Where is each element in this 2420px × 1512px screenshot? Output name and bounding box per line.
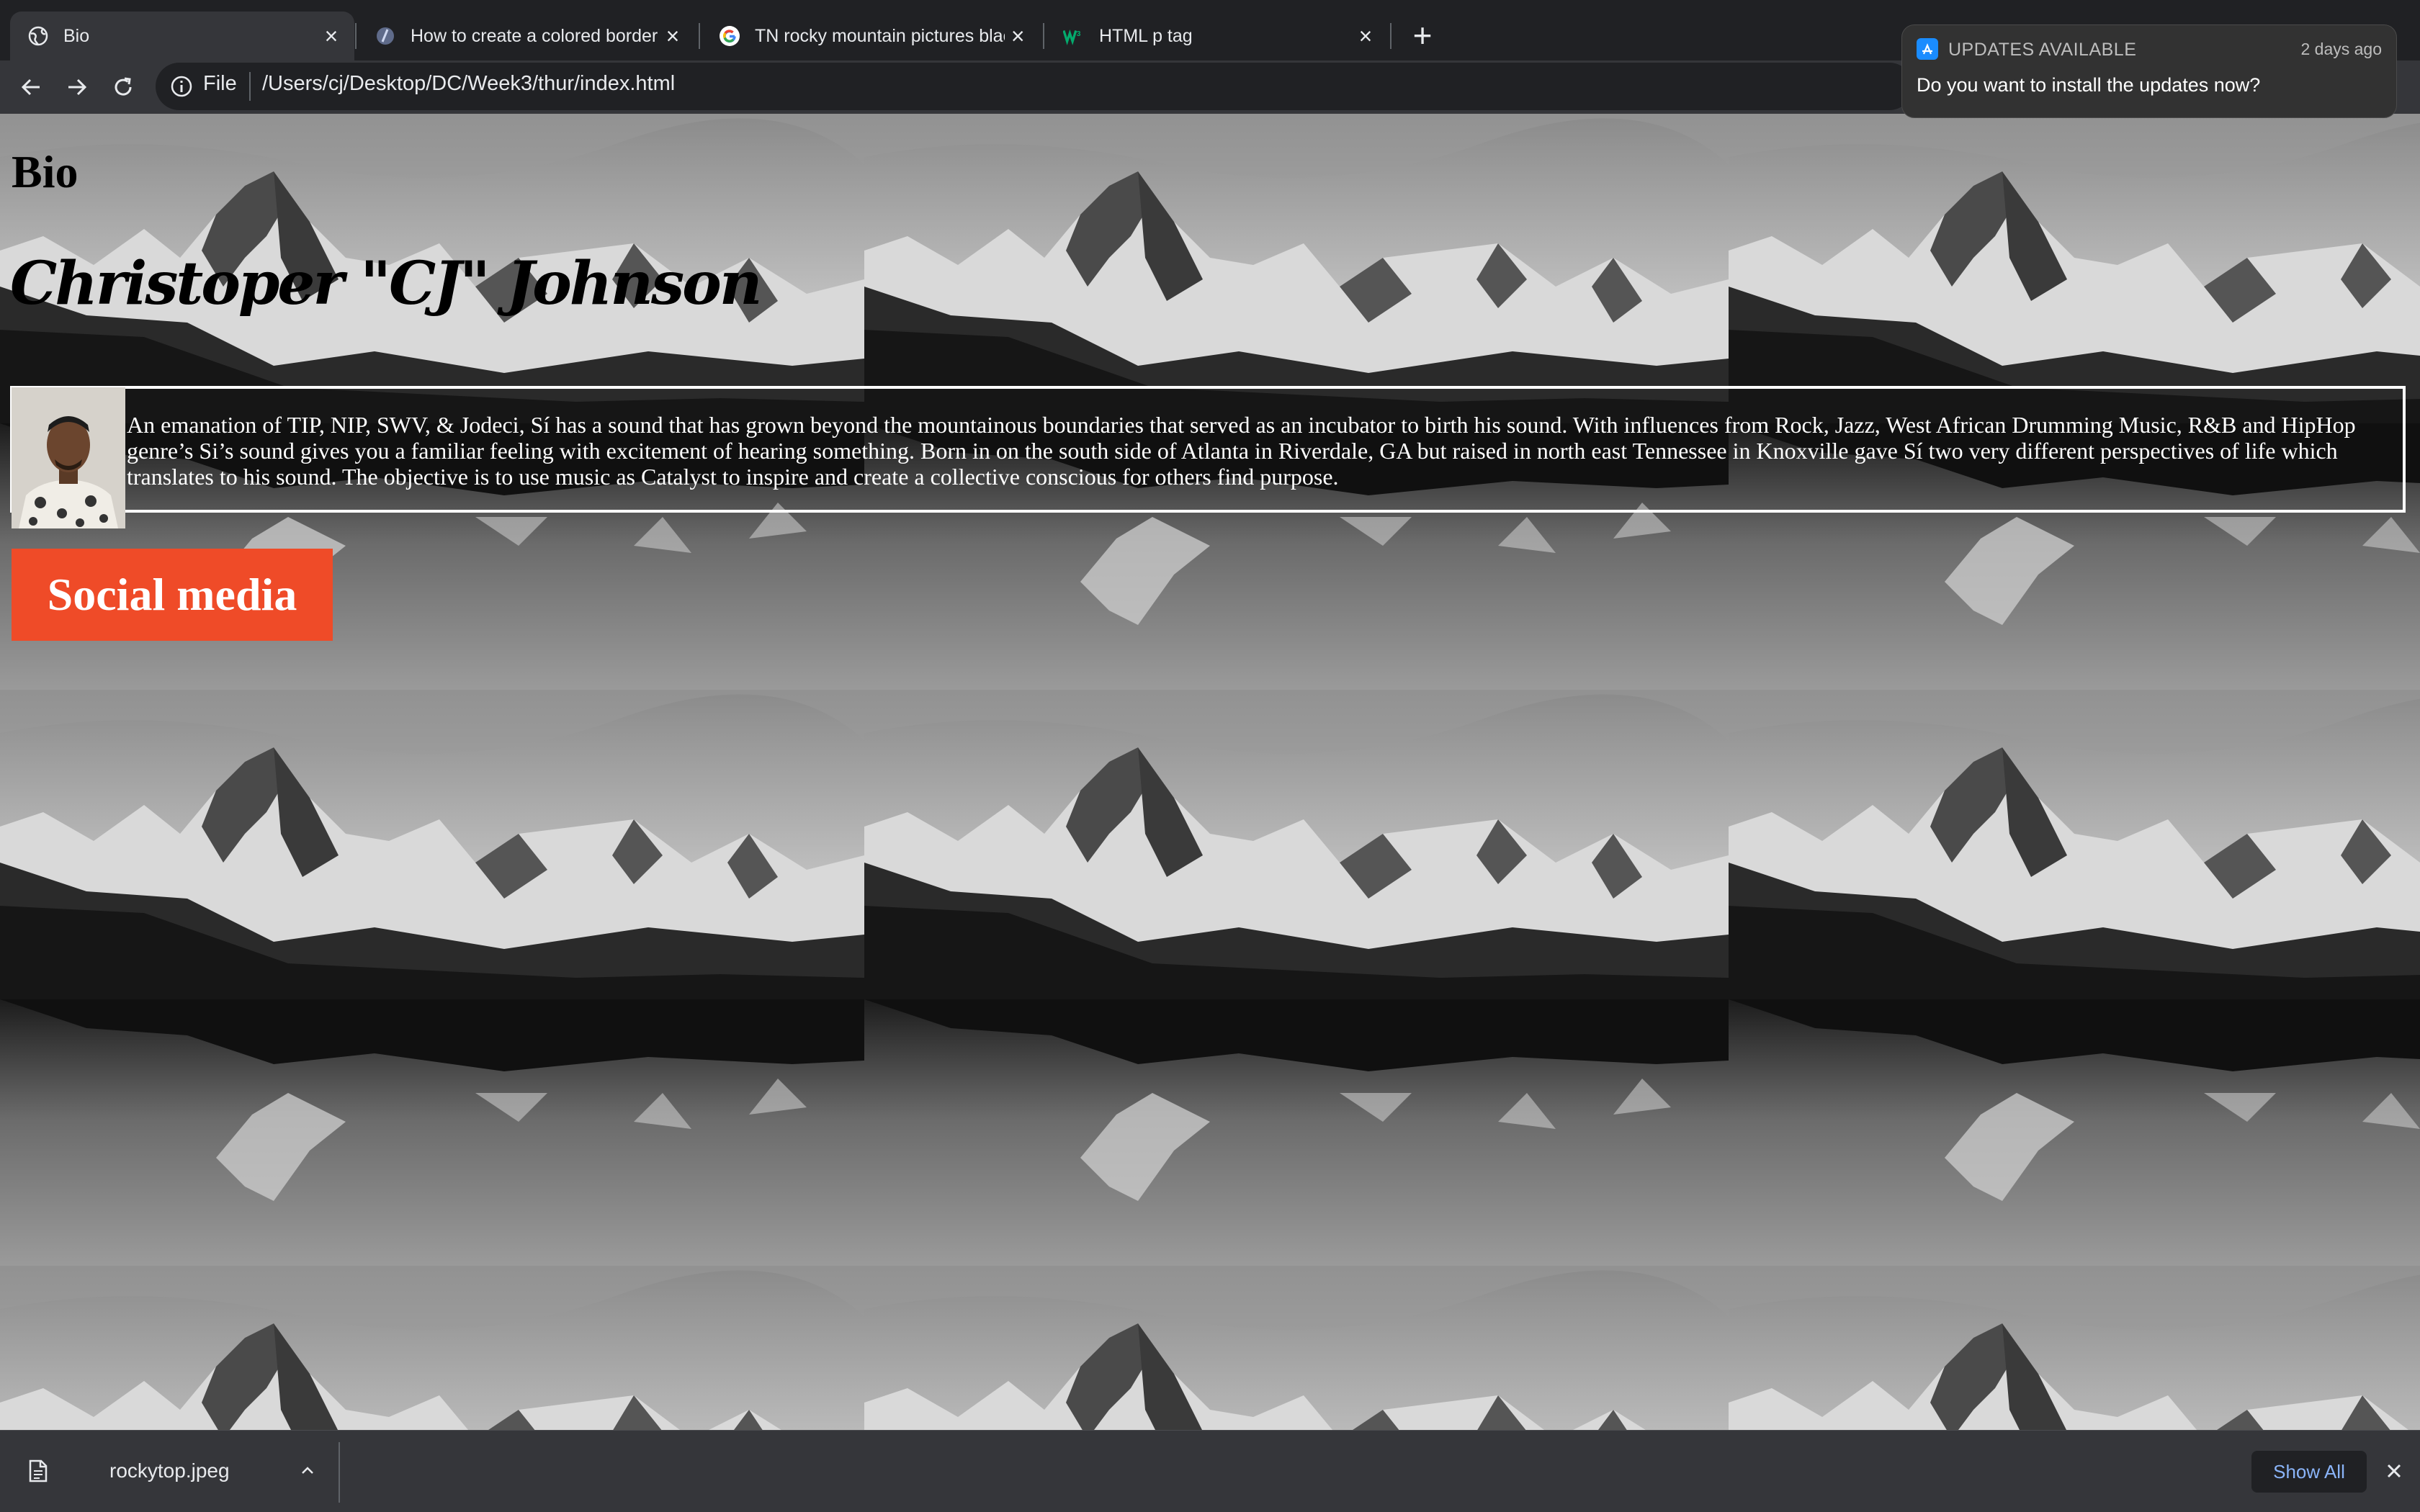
tab-title: HTML p tag [1099, 25, 1193, 46]
tab-divider [355, 23, 357, 49]
close-icon[interactable]: × [658, 22, 687, 50]
downloads-bar: rockytop.jpeg Show All [0, 1430, 2420, 1512]
globe-icon [27, 25, 49, 47]
reload-button[interactable] [105, 69, 141, 105]
tab-bio[interactable]: Bio × [10, 12, 354, 60]
notification-title: UPDATES AVAILABLE [1948, 40, 2137, 60]
page-viewport: Bio Christoper "CJ" Johnson An emanation… [0, 114, 2420, 1430]
downloads-divider [339, 1442, 340, 1503]
app-store-icon [1917, 38, 1938, 60]
new-tab-button[interactable]: + [1404, 17, 1440, 54]
tab-divider [1390, 23, 1392, 49]
tab-divider [699, 23, 700, 49]
close-icon[interactable]: × [1351, 22, 1380, 50]
omnibox-divider [249, 72, 251, 101]
site-icon [375, 25, 396, 47]
url-scheme-label: File [203, 72, 237, 95]
notification-time: 2 days ago [2300, 40, 2382, 58]
page-heading: Bio [12, 146, 79, 197]
w3schools-icon: 3 [1063, 25, 1085, 47]
chevron-up-icon[interactable] [297, 1459, 318, 1481]
arrow-right-icon [68, 78, 87, 96]
notification-body: Do you want to install the updates now? [1917, 74, 2261, 96]
svg-text:3: 3 [1077, 30, 1081, 38]
download-file-name[interactable]: rockytop.jpeg [109, 1459, 230, 1482]
update-notification[interactable]: UPDATES AVAILABLE 2 days ago Do you want… [1901, 24, 2397, 118]
tab-title: Bio [63, 25, 90, 46]
artist-name: Christoper "CJ" Johnson [10, 249, 762, 318]
close-icon[interactable]: × [317, 22, 346, 50]
close-icon[interactable]: × [1005, 22, 1032, 50]
tab-html-p-tag[interactable]: 3 HTML p tag × [1046, 12, 1389, 60]
forward-button[interactable] [59, 69, 95, 105]
show-all-button[interactable]: Show All [2251, 1451, 2367, 1493]
bio-paragraph: An emanation of TIP, NIP, SWV, & Jodeci,… [127, 412, 2356, 490]
file-icon [29, 1459, 48, 1482]
arrow-left-icon [21, 78, 40, 96]
close-icon[interactable] [2381, 1458, 2407, 1484]
tab-tn-rocky-mountain[interactable]: TN rocky mountain pictures black × [702, 12, 1040, 60]
reload-icon [115, 77, 132, 96]
info-icon[interactable] [170, 75, 193, 98]
url-text[interactable]: /Users/cj/Desktop/DC/Week3/thur/index.ht… [262, 72, 675, 96]
back-button[interactable] [13, 69, 49, 105]
tab-title: TN rocky mountain pictures black [755, 25, 1005, 46]
tab-divider [1043, 23, 1044, 49]
google-icon [719, 25, 740, 47]
tab-title: How to create a colored border [411, 25, 658, 46]
tab-colored-border[interactable]: How to create a colored border × [357, 12, 696, 60]
avatar [12, 387, 125, 528]
social-media-button[interactable]: Social media [12, 549, 333, 641]
